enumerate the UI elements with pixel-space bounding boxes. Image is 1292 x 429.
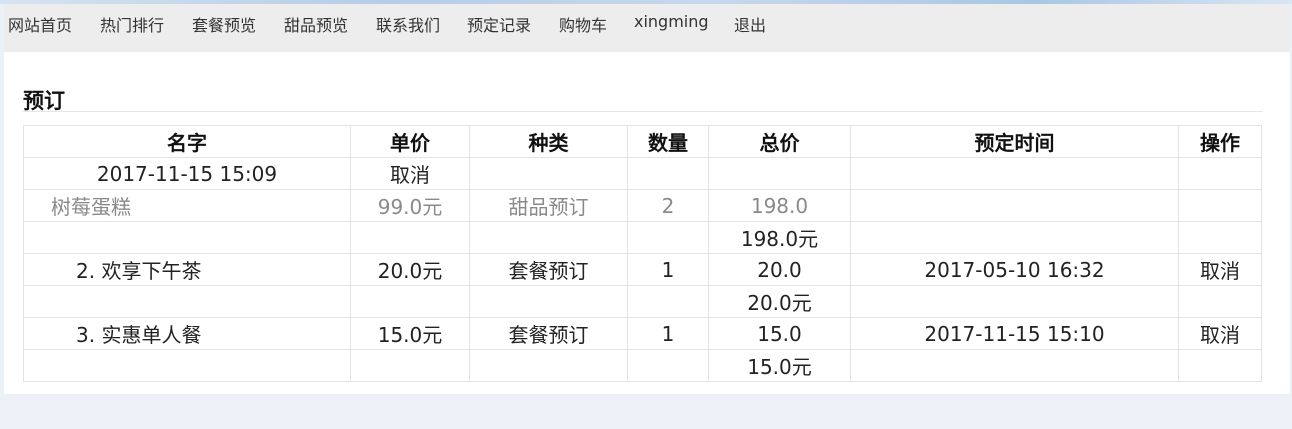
row-qty: 2	[627, 189, 709, 222]
row-total-yuan: 20.0元	[708, 285, 851, 318]
title-divider	[23, 111, 1263, 112]
header-total: 总价	[708, 125, 851, 158]
row-time	[850, 189, 1179, 222]
cancel-link[interactable]: 取消	[350, 157, 470, 190]
nav-home[interactable]: 网站首页	[8, 12, 72, 36]
nav-contact[interactable]: 联系我们	[376, 12, 440, 36]
table-row-subtotal: 20.0元	[23, 285, 1262, 318]
cancel-link[interactable]: 取消	[1178, 253, 1262, 286]
header-qty: 数量	[627, 125, 709, 158]
cancel-link[interactable]: 取消	[1178, 317, 1262, 350]
table-row: 2. 欢享下午茶 20.0元 套餐预订 1 20.0 2017-05-10 16…	[23, 253, 1262, 286]
nav-reservations[interactable]: 预定记录	[467, 12, 531, 36]
nav-desserts[interactable]: 甜品预览	[284, 12, 348, 36]
header-type: 种类	[469, 125, 628, 158]
overlay-time: 2017-11-15 15:09	[23, 157, 351, 190]
row-total-yuan: 15.0元	[708, 349, 851, 382]
header-price: 单价	[350, 125, 470, 158]
row-type: 甜品预订	[469, 189, 628, 222]
row-type: 套餐预订	[469, 253, 628, 286]
table-row-subtotal: 15.0元	[23, 349, 1262, 382]
main-content: 预订 名字 单价 种类 数量 总价 预定时间 操作 树莓蛋糕 99.0元 甜品预…	[4, 52, 1290, 394]
row-name: 3. 实惠单人餐	[23, 317, 351, 350]
header-name: 名字	[23, 125, 351, 158]
row-total: 20.0	[708, 253, 851, 286]
top-nav: 网站首页 热门排行 套餐预览 甜品预览 联系我们 预定记录 购物车 xingmi…	[4, 4, 1290, 52]
misaligned-row: 2017-11-15 15:09 取消	[23, 157, 470, 190]
nav-hot-ranking[interactable]: 热门排行	[100, 12, 164, 36]
nav-cart[interactable]: 购物车	[559, 12, 607, 36]
row-name: 2. 欢享下午茶	[23, 253, 351, 286]
row-price: 15.0元	[350, 317, 470, 350]
row-time: 2017-11-15 15:10	[850, 317, 1179, 350]
table-row: 3. 实惠单人餐 15.0元 套餐预订 1 15.0 2017-11-15 15…	[23, 317, 1262, 350]
header-time: 预定时间	[850, 125, 1179, 158]
row-total: 198.0	[708, 189, 851, 222]
table-row-subtotal: 198.0元	[23, 221, 1262, 254]
row-qty: 1	[627, 253, 709, 286]
row-price: 99.0元	[350, 189, 470, 222]
header-action: 操作	[1178, 125, 1262, 158]
nav-logout[interactable]: 退出	[734, 12, 766, 36]
row-type: 套餐预订	[469, 317, 628, 350]
row-price: 20.0元	[350, 253, 470, 286]
table-header-row: 名字 单价 种类 数量 总价 预定时间 操作	[23, 125, 1262, 158]
row-name: 树莓蛋糕	[23, 189, 351, 222]
row-total-yuan: 198.0元	[708, 221, 851, 254]
row-time: 2017-05-10 16:32	[850, 253, 1179, 286]
row-total: 15.0	[708, 317, 851, 350]
table-row: 树莓蛋糕 99.0元 甜品预订 2 198.0	[23, 189, 1262, 222]
row-action[interactable]	[1178, 189, 1262, 222]
row-qty: 1	[627, 317, 709, 350]
nav-set-meals[interactable]: 套餐预览	[192, 12, 256, 36]
nav-username[interactable]: xingming	[634, 12, 709, 31]
